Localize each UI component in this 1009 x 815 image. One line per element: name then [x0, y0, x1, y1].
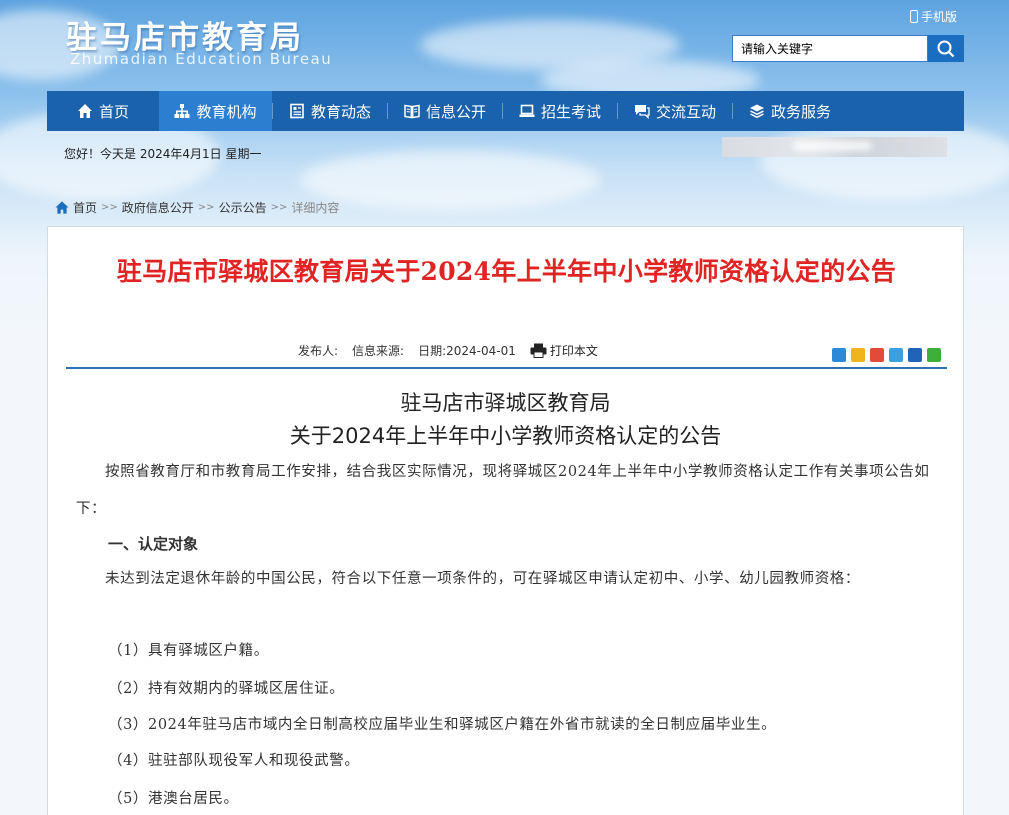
- intro-paragraph: 按照省教育厅和市教育局工作安排，结合我区实际情况，现将驿城区2024年上半年中小…: [76, 464, 930, 517]
- org-chart-icon: [174, 104, 190, 118]
- site-subtitle: Zhumadian Education Bureau: [70, 50, 333, 68]
- nav-label: 教育动态: [310, 102, 371, 121]
- nav-item-interaction[interactable]: 交流互动: [618, 91, 732, 131]
- source-label: 信息来源:: [352, 344, 405, 358]
- search-icon: [937, 40, 955, 57]
- print-label: 打印本文: [549, 344, 598, 358]
- renren-icon[interactable]: [908, 348, 922, 362]
- laptop-icon: [519, 104, 535, 117]
- nav-item-education-news[interactable]: 教育动态: [273, 91, 387, 131]
- list-item: （4）驻驻部队现役军人和现役武警。: [108, 753, 360, 769]
- nav-label: 政务服务: [770, 102, 831, 121]
- share-bar: [832, 348, 941, 362]
- news-icon: [290, 103, 304, 119]
- list-item: （2）持有效期内的驿城区居住证。: [108, 681, 345, 697]
- phone-icon: [910, 10, 918, 23]
- greeting-date: 您好！今天是 2024年4月1日 星期一: [64, 147, 262, 161]
- nav-item-admission-exams[interactable]: 招生考试: [503, 91, 617, 131]
- breadcrumb-current: 详细内容: [291, 201, 340, 215]
- printer-icon: [530, 343, 547, 358]
- home-icon: [55, 201, 69, 214]
- date-value: 2024-04-01: [446, 344, 516, 358]
- section-paragraph: 未达到法定退休年龄的中国公民，符合以下任意一项条件的，可在驿城区申请认定初中、小…: [105, 571, 860, 587]
- article-container: 驻马店市驿城区教育局关于2024年上半年中小学教师资格认定的公告 发布人: 信息…: [47, 226, 964, 815]
- nav-item-education-institutions[interactable]: 教育机构: [159, 91, 272, 131]
- date-info: 日期:2024-04-01: [418, 344, 516, 358]
- body-heading-line1: 驻马店市驿城区教育局: [400, 391, 611, 415]
- banner-ad[interactable]: [722, 137, 947, 157]
- nav-label: 信息公开: [425, 102, 486, 121]
- breadcrumb-separator: >>: [101, 202, 118, 213]
- layers-icon: [749, 104, 764, 119]
- list-item: （5）港澳台居民。: [108, 791, 239, 807]
- list-item: （3）2024年驻马店市域内全日制高校应届毕业生和驿城区户籍在外省市就读的全日制…: [108, 717, 777, 733]
- search-input[interactable]: [732, 35, 928, 62]
- qzone-icon[interactable]: [851, 348, 865, 362]
- weibo-icon[interactable]: [870, 348, 884, 362]
- title-divider: [66, 367, 947, 369]
- breadcrumb-announcements[interactable]: 公示公告: [219, 199, 267, 216]
- home-icon: [77, 104, 92, 118]
- tencent-icon[interactable]: [889, 348, 903, 362]
- mobile-version-link[interactable]: 手机版: [910, 8, 957, 25]
- list-item: （1）具有驿城区户籍。: [108, 643, 269, 659]
- breadcrumb-separator: >>: [197, 202, 215, 213]
- breadcrumb-gov-info[interactable]: 政府信息公开: [122, 199, 194, 216]
- article-title: 驻马店市驿城区教育局关于2024年上半年中小学教师资格认定的公告: [116, 257, 897, 286]
- main-nav: 首页 教育机构 教育动态 信息公开 招生考试 交流互动 政务服务: [47, 91, 964, 131]
- section-heading: 一、认定对象: [108, 535, 199, 553]
- nav-label: 首页: [98, 102, 129, 121]
- mobile-version-label: 手机版: [921, 10, 958, 24]
- nav-item-information-disclosure[interactable]: 信息公开: [388, 91, 502, 131]
- nav-item-home[interactable]: 首页: [47, 91, 159, 131]
- book-icon: [404, 104, 420, 119]
- breadcrumb-separator: >>: [270, 202, 288, 213]
- nav-label: 教育机构: [196, 102, 257, 121]
- body-heading-line2: 关于2024年上半年中小学教师资格认定的公告: [289, 424, 722, 448]
- plus-share-icon[interactable]: [832, 348, 846, 362]
- print-button[interactable]: 打印本文: [530, 342, 598, 359]
- breadcrumb-home[interactable]: 首页: [73, 199, 97, 216]
- wechat-icon[interactable]: [927, 348, 941, 362]
- chat-icon: [634, 105, 650, 119]
- nav-label: 交流互动: [655, 102, 716, 121]
- article-meta: 发布人: 信息来源: 日期:2024-04-01 打印本文: [298, 342, 598, 359]
- publisher-label: 发布人:: [298, 344, 339, 358]
- nav-label: 招生考试: [540, 102, 601, 121]
- search-button[interactable]: [928, 35, 964, 62]
- breadcrumb: 首页 >> 政府信息公开 >> 公示公告 >> 详细内容: [55, 199, 339, 216]
- nav-item-government-services[interactable]: 政务服务: [733, 91, 847, 131]
